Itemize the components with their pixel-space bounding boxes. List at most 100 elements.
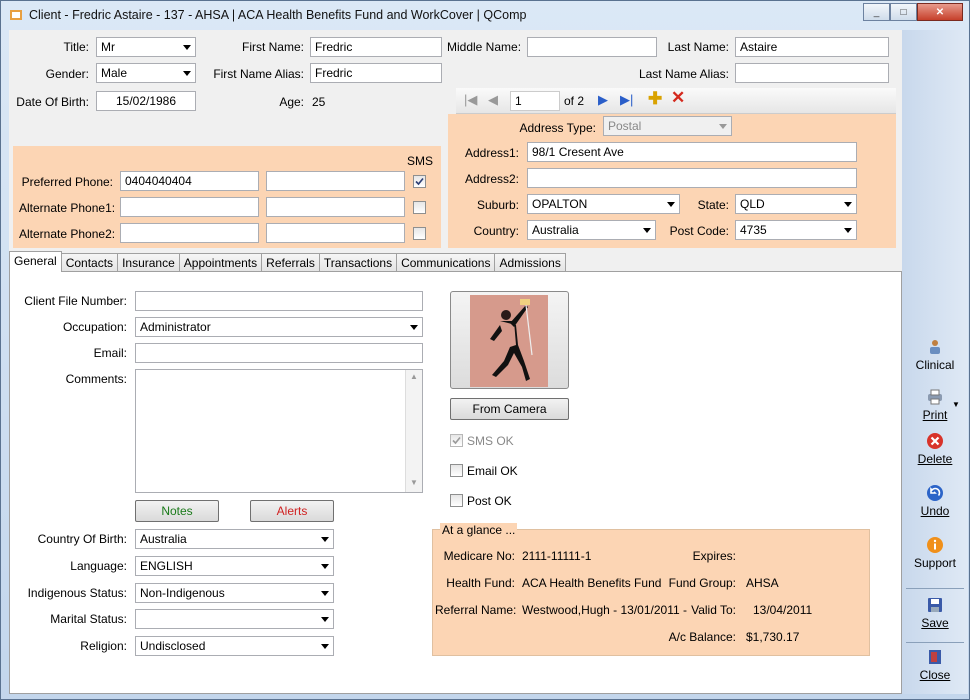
balance-value: $1,730.17: [746, 630, 800, 644]
address2-field[interactable]: [527, 168, 857, 188]
save-button[interactable]: Save: [902, 596, 968, 630]
post-ok-label: Post OK: [467, 494, 512, 508]
client-file-number-label: Client File Number:: [24, 294, 127, 308]
country-of-birth-label: Country Of Birth:: [37, 532, 127, 546]
health-fund-label: Health Fund:: [446, 576, 515, 590]
gender-select[interactable]: Male: [96, 63, 196, 83]
address-navigator: |◀ ◀ 1 of 2 ▶ ▶| ✚ ✕: [456, 88, 896, 114]
first-name-field[interactable]: Fredric: [310, 37, 442, 57]
tab-transactions[interactable]: Transactions: [318, 253, 398, 272]
marital-status-select[interactable]: [135, 609, 334, 629]
occupation-select[interactable]: Administrator: [135, 317, 423, 337]
tab-admissions[interactable]: Admissions: [494, 253, 566, 272]
prev-record-icon[interactable]: ◀: [488, 92, 498, 108]
first-name-alias-field[interactable]: Fredric: [310, 63, 442, 83]
last-name-field[interactable]: Astaire: [735, 37, 889, 57]
suburb-select[interactable]: OPALTON: [527, 194, 680, 214]
alternate-phone1-field[interactable]: [120, 197, 259, 217]
valid-to-label: Valid To:: [691, 603, 736, 617]
undo-button[interactable]: Undo: [902, 484, 968, 518]
add-record-icon[interactable]: ✚: [648, 89, 662, 109]
alternate-phone2-field[interactable]: [120, 223, 259, 243]
language-label: Language:: [70, 559, 127, 573]
country-of-birth-select[interactable]: Australia: [135, 529, 334, 549]
comments-textarea[interactable]: [135, 369, 423, 493]
country-select[interactable]: Australia: [527, 220, 656, 240]
state-select[interactable]: QLD: [735, 194, 857, 214]
comments-scrollbar[interactable]: ▲ ▼: [405, 370, 422, 492]
postcode-select[interactable]: 4735: [735, 220, 857, 240]
client-area: Title: Mr First Name: Fredric Middle Nam…: [9, 30, 902, 694]
comments-label: Comments:: [65, 372, 127, 386]
tab-insurance[interactable]: Insurance: [117, 253, 180, 272]
dob-label: Date Of Birth:: [16, 95, 89, 109]
delete-button[interactable]: Delete: [902, 432, 968, 466]
scroll-down-icon[interactable]: ▼: [410, 478, 418, 487]
alternate-phone1-ext-field[interactable]: [266, 197, 405, 217]
middle-name-field[interactable]: [527, 37, 657, 57]
next-record-icon[interactable]: ▶: [598, 92, 608, 108]
tab-referrals[interactable]: Referrals: [261, 253, 320, 272]
clinical-button[interactable]: Clinical: [902, 338, 968, 372]
general-tab-panel: Client File Number: Occupation: Administ…: [9, 271, 902, 694]
info-icon: [927, 537, 943, 553]
client-file-number-field[interactable]: [135, 291, 423, 311]
email-ok-checkbox[interactable]: [450, 464, 463, 477]
language-select[interactable]: ENGLISH: [135, 556, 334, 576]
client-window: Client - Fredric Astaire - 137 - AHSA | …: [0, 0, 970, 700]
email-ok-label: Email OK: [467, 464, 518, 478]
religion-select[interactable]: Undisclosed: [135, 636, 334, 656]
sidebar-separator: [906, 588, 964, 589]
tab-communications[interactable]: Communications: [396, 253, 496, 272]
from-camera-button[interactable]: From Camera: [450, 398, 569, 420]
tab-appointments[interactable]: Appointments: [178, 253, 263, 272]
indigenous-status-select[interactable]: Non-Indigenous: [135, 583, 334, 603]
address1-label: Address1:: [464, 146, 519, 160]
referral-name-label: Referral Name:: [435, 603, 517, 617]
delete-icon: [927, 433, 943, 449]
address1-field[interactable]: 98/1 Cresent Ave: [527, 142, 857, 162]
alternate-phone1-sms-checkbox[interactable]: [413, 201, 426, 214]
record-position-field[interactable]: 1: [510, 91, 560, 111]
preferred-phone-sms-checkbox[interactable]: [413, 175, 426, 188]
post-ok-checkbox[interactable]: [450, 494, 463, 507]
close-window-button[interactable]: ✕: [917, 3, 963, 21]
tab-general[interactable]: General: [9, 251, 62, 272]
sms-column-label: SMS: [407, 154, 434, 168]
address-type-select[interactable]: Postal: [603, 116, 732, 136]
preferred-phone-ext-field[interactable]: [266, 171, 405, 191]
preferred-phone-field[interactable]: 0404040404: [120, 171, 259, 191]
last-record-icon[interactable]: ▶|: [620, 92, 633, 108]
scroll-up-icon[interactable]: ▲: [410, 372, 418, 381]
email-field[interactable]: [135, 343, 423, 363]
maximize-button[interactable]: □: [890, 3, 917, 21]
delete-record-icon[interactable]: ✕: [671, 88, 685, 108]
title-select[interactable]: Mr: [96, 37, 196, 57]
alternate-phone2-label: Alternate Phone2:: [19, 227, 116, 241]
support-button[interactable]: Support: [902, 536, 968, 570]
client-photo: [470, 295, 548, 387]
sms-ok-checkbox[interactable]: [450, 434, 463, 447]
indigenous-status-label: Indigenous Status:: [27, 586, 127, 600]
country-label: Country:: [473, 224, 519, 238]
print-dropdown-icon[interactable]: ▼: [952, 400, 960, 409]
state-label: State:: [697, 198, 729, 212]
alternate-phone2-sms-checkbox[interactable]: [413, 227, 426, 240]
alternate-phone2-ext-field[interactable]: [266, 223, 405, 243]
first-record-icon[interactable]: |◀: [464, 92, 477, 108]
alerts-button[interactable]: Alerts: [250, 500, 334, 522]
at-a-glance-legend: At a glance ...: [440, 523, 518, 537]
dob-field[interactable]: 15/02/1986: [96, 91, 196, 111]
minimize-button[interactable]: _: [863, 3, 890, 21]
notes-button[interactable]: Notes: [135, 500, 219, 522]
close-door-icon: [929, 650, 941, 664]
referral-name-value: Westwood,Hugh - 13/01/2011 - TE: [522, 603, 689, 617]
last-name-alias-field[interactable]: [735, 63, 889, 83]
sms-ok-label: SMS OK: [467, 434, 514, 448]
title-label: Title:: [63, 40, 89, 54]
tab-contacts[interactable]: Contacts: [60, 253, 119, 272]
first-name-alias-label: First Name Alias:: [213, 67, 304, 81]
photo-frame[interactable]: [450, 291, 569, 389]
last-name-label: Last Name:: [667, 40, 729, 54]
close-button[interactable]: Close: [902, 648, 968, 682]
